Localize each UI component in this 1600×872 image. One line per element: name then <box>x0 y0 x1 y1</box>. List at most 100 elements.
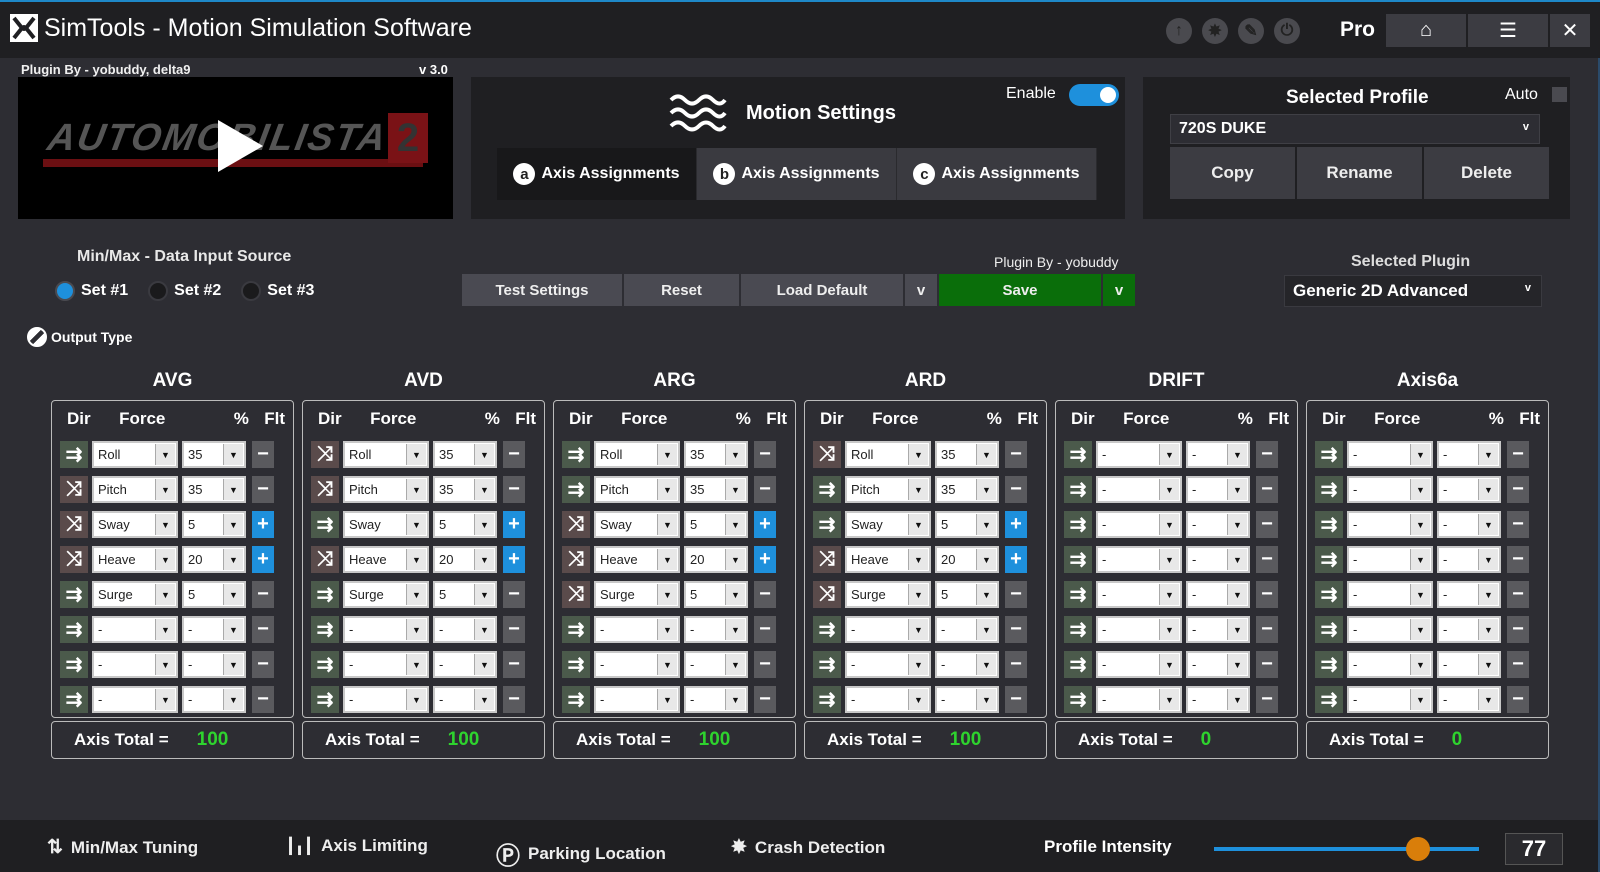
dropdown-arrow-icon[interactable]: ▼ <box>976 549 996 570</box>
percent-select[interactable]: 5 ▼ <box>684 581 748 608</box>
dropdown-arrow-icon[interactable]: ▼ <box>976 479 996 500</box>
dropdown-arrow-icon[interactable]: ▼ <box>406 549 426 570</box>
dropdown-arrow-icon[interactable]: ▼ <box>725 514 745 535</box>
filter-button[interactable]: + <box>252 546 274 573</box>
percent-select[interactable]: 5 ▼ <box>182 581 246 608</box>
force-select[interactable]: - ▼ <box>92 616 178 643</box>
force-select[interactable]: Sway ▼ <box>845 511 931 538</box>
percent-select[interactable]: 20 ▼ <box>935 546 999 573</box>
dropdown-arrow-icon[interactable]: ▼ <box>406 444 426 465</box>
dropdown-arrow-icon[interactable]: ▼ <box>1478 619 1498 640</box>
filter-button[interactable]: − <box>1256 441 1278 468</box>
direction-toggle[interactable]: ⇉ <box>1315 441 1343 468</box>
percent-select[interactable]: - ▼ <box>684 686 748 713</box>
dropdown-arrow-icon[interactable]: ▼ <box>1410 479 1430 500</box>
axis-limiting-button[interactable]: ┃╻┃ Axis Limiting <box>286 836 428 856</box>
direction-toggle[interactable]: ⇉ <box>1064 476 1092 503</box>
dropdown-arrow-icon[interactable]: ▼ <box>908 584 928 605</box>
dropdown-arrow-icon[interactable]: ▼ <box>908 549 928 570</box>
direction-toggle[interactable]: ⇉ <box>311 511 339 538</box>
direction-toggle[interactable]: ⇉ <box>813 651 841 678</box>
dropdown-arrow-icon[interactable]: ▼ <box>976 654 996 675</box>
filter-button[interactable]: − <box>252 686 274 713</box>
filter-button[interactable]: − <box>1507 441 1529 468</box>
direction-toggle[interactable]: ⤨ <box>311 546 339 573</box>
force-select[interactable]: - ▼ <box>845 616 931 643</box>
dropdown-arrow-icon[interactable]: ▼ <box>725 654 745 675</box>
force-select[interactable]: Heave ▼ <box>343 546 429 573</box>
force-select[interactable]: Heave ▼ <box>92 546 178 573</box>
dropdown-arrow-icon[interactable]: ▼ <box>1227 619 1247 640</box>
direction-toggle[interactable]: ⇉ <box>60 581 88 608</box>
dropdown-arrow-icon[interactable]: ▼ <box>1227 584 1247 605</box>
filter-button[interactable]: − <box>1005 476 1027 503</box>
enable-toggle[interactable] <box>1069 84 1119 106</box>
dropdown-arrow-icon[interactable]: ▼ <box>223 689 243 710</box>
dropdown-arrow-icon[interactable]: ▼ <box>155 514 175 535</box>
filter-button[interactable]: − <box>1507 686 1529 713</box>
direction-toggle[interactable]: ⇉ <box>1064 441 1092 468</box>
dropdown-arrow-icon[interactable]: ▼ <box>976 619 996 640</box>
filter-button[interactable]: − <box>1256 476 1278 503</box>
dropdown-arrow-icon[interactable]: ▼ <box>223 479 243 500</box>
dropdown-arrow-icon[interactable]: ▼ <box>1478 654 1498 675</box>
percent-select[interactable]: 35 ▼ <box>433 476 497 503</box>
dropdown-arrow-icon[interactable]: ▼ <box>155 689 175 710</box>
dropdown-arrow-icon[interactable]: ▼ <box>725 584 745 605</box>
percent-select[interactable]: 5 ▼ <box>182 511 246 538</box>
profile-intensity-slider[interactable] <box>1214 837 1479 861</box>
filter-button[interactable]: − <box>252 441 274 468</box>
percent-select[interactable]: 5 ▼ <box>433 581 497 608</box>
dropdown-arrow-icon[interactable]: ▼ <box>1410 549 1430 570</box>
direction-toggle[interactable]: ⇉ <box>562 476 590 503</box>
dropdown-arrow-icon[interactable]: ▼ <box>908 514 928 535</box>
direction-toggle[interactable]: ⇉ <box>1315 546 1343 573</box>
direction-toggle[interactable]: ⇉ <box>813 616 841 643</box>
burst-icon[interactable]: ✸ <box>1202 18 1228 44</box>
filter-button[interactable]: − <box>754 581 776 608</box>
direction-toggle[interactable]: ⤨ <box>60 546 88 573</box>
force-select[interactable]: - ▼ <box>1096 581 1182 608</box>
load-default-button[interactable]: Load Default <box>741 274 903 306</box>
force-select[interactable]: Roll ▼ <box>92 441 178 468</box>
filter-button[interactable]: − <box>503 581 525 608</box>
dropdown-arrow-icon[interactable]: ▼ <box>976 444 996 465</box>
dropdown-arrow-icon[interactable]: ▼ <box>474 619 494 640</box>
dropdown-arrow-icon[interactable]: ▼ <box>155 654 175 675</box>
filter-button[interactable]: + <box>503 511 525 538</box>
filter-button[interactable]: − <box>252 476 274 503</box>
dropdown-arrow-icon[interactable]: ▼ <box>406 479 426 500</box>
crash-detection-button[interactable]: ✸ Crash Detection <box>731 836 885 859</box>
percent-select[interactable]: 5 ▼ <box>935 581 999 608</box>
force-select[interactable]: Surge ▼ <box>594 581 680 608</box>
percent-select[interactable]: 35 ▼ <box>935 476 999 503</box>
percent-select[interactable]: 35 ▼ <box>935 441 999 468</box>
force-select[interactable]: - ▼ <box>343 686 429 713</box>
dropdown-arrow-icon[interactable]: ▼ <box>908 444 928 465</box>
dropdown-arrow-icon[interactable]: ▼ <box>1159 654 1179 675</box>
dropdown-arrow-icon[interactable]: ▼ <box>725 619 745 640</box>
dropdown-arrow-icon[interactable]: ▼ <box>1159 689 1179 710</box>
direction-toggle[interactable]: ⤨ <box>60 511 88 538</box>
force-select[interactable]: - ▼ <box>1096 651 1182 678</box>
force-select[interactable]: - ▼ <box>343 616 429 643</box>
dropdown-arrow-icon[interactable]: ▼ <box>223 514 243 535</box>
dropdown-arrow-icon[interactable]: ▼ <box>474 514 494 535</box>
percent-select[interactable]: - ▼ <box>1437 476 1501 503</box>
filter-button[interactable]: + <box>1005 511 1027 538</box>
force-select[interactable]: Roll ▼ <box>845 441 931 468</box>
dropdown-arrow-icon[interactable]: ▼ <box>155 444 175 465</box>
force-select[interactable]: - ▼ <box>1096 546 1182 573</box>
dropdown-arrow-icon[interactable]: ▼ <box>1227 479 1247 500</box>
dropdown-arrow-icon[interactable]: ▼ <box>406 584 426 605</box>
force-select[interactable]: Surge ▼ <box>92 581 178 608</box>
force-select[interactable]: - ▼ <box>1347 686 1433 713</box>
percent-select[interactable]: - ▼ <box>684 616 748 643</box>
percent-select[interactable]: - ▼ <box>1186 581 1250 608</box>
direction-toggle[interactable]: ⇉ <box>1064 686 1092 713</box>
force-select[interactable]: - ▼ <box>1347 651 1433 678</box>
dropdown-arrow-icon[interactable]: ▼ <box>1410 654 1430 675</box>
filter-button[interactable]: − <box>1005 651 1027 678</box>
dropdown-arrow-icon[interactable]: ▼ <box>223 549 243 570</box>
direction-toggle[interactable]: ⇉ <box>1315 476 1343 503</box>
